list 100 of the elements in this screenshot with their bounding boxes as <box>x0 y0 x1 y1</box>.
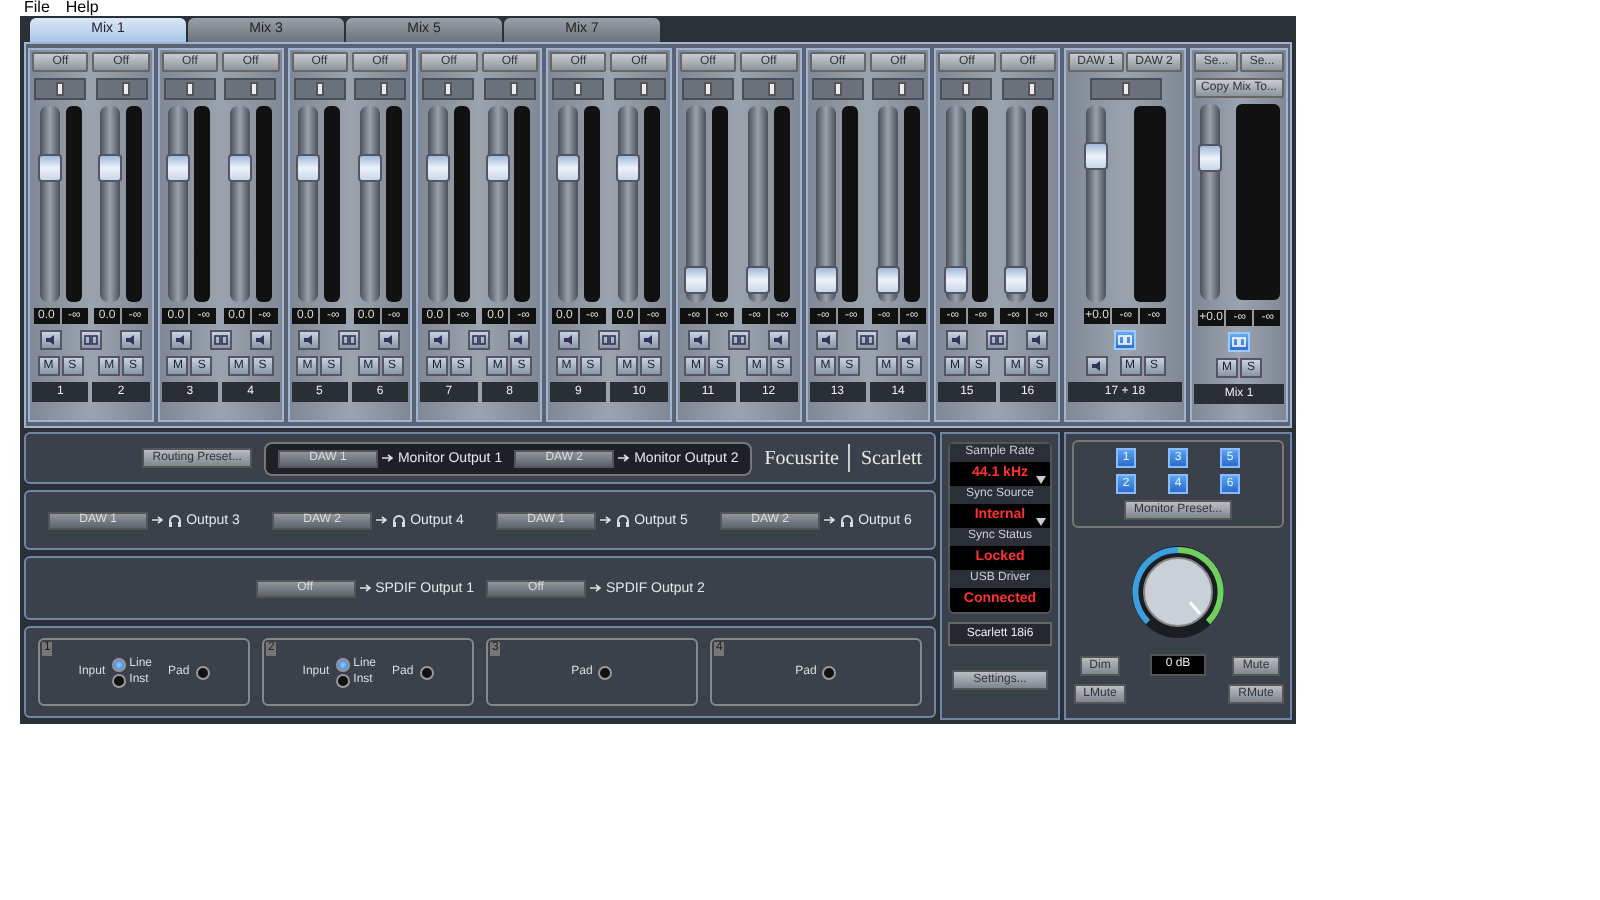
fader-handle[interactable] <box>425 153 450 182</box>
stereo-link-button[interactable] <box>468 330 491 350</box>
fader-handle[interactable] <box>486 153 511 182</box>
headphones-icon <box>840 513 855 527</box>
speaker-icon <box>691 334 706 346</box>
pan-handle[interactable] <box>444 82 453 96</box>
left-button[interactable] <box>557 330 580 350</box>
fader-handle[interactable] <box>227 153 252 182</box>
stereo-link-button[interactable] <box>338 330 361 350</box>
pan-handle[interactable] <box>639 82 648 96</box>
pan-handle[interactable] <box>574 82 583 96</box>
fader-handle[interactable] <box>1197 144 1221 173</box>
fader-handle[interactable] <box>943 265 968 294</box>
right-button[interactable] <box>767 330 790 350</box>
link-icon <box>213 334 228 346</box>
pan-handle[interactable] <box>1027 82 1036 96</box>
fader-handle[interactable] <box>745 265 770 294</box>
right-button[interactable] <box>119 330 142 350</box>
speaker-icon <box>820 334 835 346</box>
link-icon <box>1118 334 1132 346</box>
arrow-icon <box>376 516 389 524</box>
left-button[interactable] <box>687 330 710 350</box>
fader-handle[interactable] <box>684 265 709 294</box>
pad-toggle[interactable] <box>195 665 210 679</box>
menu-item[interactable]: File <box>24 0 50 16</box>
speaker-icon <box>302 334 317 346</box>
pan-handle[interactable] <box>380 82 389 96</box>
pan-handle[interactable] <box>250 82 259 96</box>
left-button[interactable] <box>169 330 192 350</box>
arrow-icon <box>381 454 394 462</box>
speaker-icon <box>512 334 527 346</box>
speaker-icon <box>641 334 656 346</box>
arrow-icon <box>152 516 165 524</box>
link-icon <box>472 334 487 346</box>
link-icon <box>342 334 357 346</box>
pan-handle[interactable] <box>1121 82 1129 96</box>
stereo-link-button[interactable] <box>727 330 750 350</box>
speaker-icon <box>771 334 786 346</box>
left-button[interactable] <box>428 330 451 350</box>
pad-toggle[interactable] <box>419 665 434 679</box>
link-icon <box>601 334 616 346</box>
stereo-link-button[interactable] <box>986 330 1009 350</box>
left-button[interactable] <box>298 330 321 350</box>
fader-handle[interactable] <box>98 153 123 182</box>
pan-handle[interactable] <box>898 82 907 96</box>
fader-handle[interactable] <box>1083 142 1107 171</box>
right-button[interactable] <box>896 330 919 350</box>
fader-handle[interactable] <box>296 153 321 182</box>
radio-button[interactable] <box>335 673 350 687</box>
volume-knob[interactable] <box>1128 542 1228 642</box>
link-icon <box>860 334 875 346</box>
pan-handle[interactable] <box>833 82 842 96</box>
stereo-link-button[interactable] <box>209 330 232 350</box>
right-button[interactable] <box>249 330 272 350</box>
speaker-icon <box>123 334 138 346</box>
pad-toggle[interactable] <box>822 665 837 679</box>
fader-handle[interactable] <box>875 265 900 294</box>
radio-button[interactable] <box>111 657 126 671</box>
speaker-icon <box>253 334 268 346</box>
speaker-icon <box>432 334 447 346</box>
speaker-icon <box>43 334 58 346</box>
link-icon <box>990 334 1005 346</box>
left-button[interactable] <box>39 330 62 350</box>
fader-handle[interactable] <box>166 153 191 182</box>
right-button[interactable] <box>1026 330 1049 350</box>
pan-handle[interactable] <box>962 82 971 96</box>
radio-button[interactable] <box>111 673 126 687</box>
stereo-link-button[interactable] <box>597 330 620 350</box>
headphones-icon <box>392 513 407 527</box>
fader-handle[interactable] <box>37 153 62 182</box>
pan-handle[interactable] <box>315 82 324 96</box>
pfl-button[interactable] <box>1085 356 1107 376</box>
pan-handle[interactable] <box>509 82 518 96</box>
pan-handle[interactable] <box>185 82 194 96</box>
right-button[interactable] <box>637 330 660 350</box>
right-button[interactable] <box>508 330 531 350</box>
speaker-icon <box>173 334 188 346</box>
pan-handle[interactable] <box>121 82 130 96</box>
product-logo: Scarlett <box>860 447 922 469</box>
fader-handle[interactable] <box>616 153 641 182</box>
fader-handle[interactable] <box>814 265 839 294</box>
right-button[interactable] <box>378 330 401 350</box>
link-icon <box>731 334 746 346</box>
pan-handle[interactable] <box>703 82 712 96</box>
radio-button[interactable] <box>335 657 350 671</box>
left-button[interactable] <box>946 330 969 350</box>
speaker-icon <box>950 334 965 346</box>
stereo-link-button[interactable] <box>856 330 879 350</box>
menu-item[interactable]: Help <box>65 0 99 16</box>
headphones-icon <box>616 513 631 527</box>
fader-handle[interactable] <box>1004 265 1029 294</box>
fader-handle[interactable] <box>357 153 382 182</box>
fader-handle[interactable] <box>555 153 580 182</box>
pad-toggle[interactable] <box>598 665 613 679</box>
speaker-icon <box>900 334 915 346</box>
left-button[interactable] <box>816 330 839 350</box>
speaker-icon <box>382 334 397 346</box>
stereo-link-button[interactable] <box>79 330 102 350</box>
pan-handle[interactable] <box>56 82 65 96</box>
pan-handle[interactable] <box>768 82 777 96</box>
